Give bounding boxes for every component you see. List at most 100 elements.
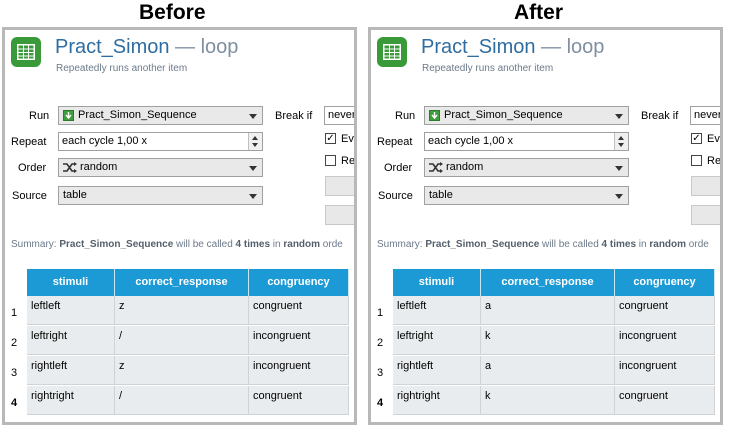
order-value: random <box>446 161 484 173</box>
cell-stimuli[interactable]: rightright <box>393 386 481 415</box>
green-arrow-icon <box>63 110 74 121</box>
cell-stimuli[interactable]: rightleft <box>393 356 481 385</box>
column-header-stimuli[interactable]: stimuli <box>393 269 481 296</box>
column-header-correct-response[interactable]: correct_response <box>481 269 615 296</box>
spin-down-icon[interactable] <box>618 143 624 147</box>
resume-checkbox[interactable] <box>691 155 702 166</box>
source-value: table <box>63 189 87 201</box>
after-panel: Pract_Simon — loop Repeatedly runs anoth… <box>368 27 723 425</box>
row-number: 3 <box>10 367 18 379</box>
summary-mid: will be called <box>539 239 602 250</box>
cell-correct-response[interactable]: / <box>115 386 249 415</box>
repeat-spinbox[interactable]: each cycle 1,00 x <box>424 132 629 151</box>
summary-text: Summary: Pract_Simon_Sequence will be ca… <box>377 239 709 250</box>
summary-count: 4 times <box>235 239 271 250</box>
run-select[interactable]: Pract_Simon_Sequence <box>58 106 263 125</box>
column-header-congruency[interactable]: congruency <box>249 269 349 296</box>
item-description: Repeatedly runs another item <box>422 63 554 74</box>
cell-correct-response[interactable]: / <box>115 326 249 355</box>
spin-up-icon[interactable] <box>618 136 624 140</box>
cell-stimuli[interactable]: leftright <box>27 326 115 355</box>
cell-correct-response[interactable]: k <box>481 326 615 355</box>
cell-congruency[interactable]: incongruent <box>249 326 349 355</box>
chevron-down-icon <box>615 114 623 119</box>
resume-label: Re <box>707 155 722 167</box>
side-button[interactable] <box>691 176 720 196</box>
cell-congruency[interactable]: incongruent <box>615 326 715 355</box>
repeat-label: Repeat <box>377 136 413 148</box>
cell-congruency[interactable]: congruent <box>249 386 349 415</box>
cell-stimuli[interactable]: leftleft <box>393 296 481 325</box>
column-header-correct-response[interactable]: correct_response <box>115 269 249 296</box>
repeat-spinbox[interactable]: each cycle 1,00 x <box>58 132 263 151</box>
order-select[interactable]: random <box>58 158 263 177</box>
summary-item: Pract_Simon_Sequence <box>59 239 174 250</box>
table-grid-icon <box>377 37 407 67</box>
summary-count: 4 times <box>601 239 637 250</box>
order-label: Order <box>384 162 413 174</box>
loop-table: stimuli correct_response congruency 1 le… <box>5 265 354 422</box>
evaluate-checkbox[interactable]: ✓ <box>691 133 702 144</box>
repeat-value: each cycle 1,00 x <box>428 135 513 147</box>
source-label: Source <box>378 190 413 202</box>
spin-down-icon[interactable] <box>252 143 258 147</box>
source-select[interactable]: table <box>58 186 263 205</box>
summary-order: random <box>283 239 321 250</box>
spinner-buttons[interactable] <box>614 133 628 150</box>
spinner-buttons[interactable] <box>248 133 262 150</box>
cell-stimuli[interactable]: rightright <box>27 386 115 415</box>
table-grid-icon <box>11 37 41 67</box>
cell-correct-response[interactable]: k <box>481 386 615 415</box>
run-select[interactable]: Pract_Simon_Sequence <box>424 106 629 125</box>
item-title: Pract_Simon — loop <box>55 36 238 59</box>
item-name: Pract_Simon <box>55 36 170 58</box>
summary-order: random <box>649 239 687 250</box>
cell-correct-response[interactable]: z <box>115 296 249 325</box>
resume-label: Re <box>341 155 356 167</box>
summary-text: Summary: Pract_Simon_Sequence will be ca… <box>11 239 343 250</box>
side-button[interactable] <box>691 205 720 225</box>
evaluate-checkbox[interactable]: ✓ <box>325 133 336 144</box>
chevron-down-icon <box>249 194 257 199</box>
side-button[interactable] <box>325 205 354 225</box>
source-select[interactable]: table <box>424 186 629 205</box>
cell-congruency[interactable]: incongruent <box>249 356 349 385</box>
summary-in: in <box>270 239 284 250</box>
row-number: 1 <box>10 307 18 319</box>
shuffle-icon <box>63 162 77 179</box>
cell-congruency[interactable]: incongruent <box>615 356 715 385</box>
spin-up-icon[interactable] <box>252 136 258 140</box>
cell-correct-response[interactable]: z <box>115 356 249 385</box>
cell-correct-response[interactable]: a <box>481 296 615 325</box>
run-label: Run <box>29 110 50 122</box>
column-header-stimuli[interactable]: stimuli <box>27 269 115 296</box>
order-label: Order <box>18 162 47 174</box>
before-panel: Pract_Simon — loop Repeatedly runs anoth… <box>2 27 357 425</box>
order-select[interactable]: random <box>424 158 629 177</box>
row-number: 2 <box>376 337 384 349</box>
evaluate-label: Eva <box>707 133 720 145</box>
cell-congruency[interactable]: congruent <box>615 296 715 325</box>
cell-correct-response[interactable]: a <box>481 356 615 385</box>
loop-table: stimuli correct_response congruency 1 le… <box>371 265 720 422</box>
cell-stimuli[interactable]: leftright <box>393 326 481 355</box>
cell-stimuli[interactable]: rightleft <box>27 356 115 385</box>
cell-congruency[interactable]: congruent <box>249 296 349 325</box>
summary-suffix: orde <box>686 239 709 250</box>
side-button[interactable] <box>325 176 354 196</box>
break-if-field[interactable]: never <box>690 106 720 125</box>
green-arrow-icon <box>429 110 440 121</box>
resume-checkbox[interactable] <box>325 155 336 166</box>
table-corner <box>5 269 27 296</box>
cell-stimuli[interactable]: leftleft <box>27 296 115 325</box>
source-label: Source <box>12 190 47 202</box>
break-if-field[interactable]: never <box>324 106 354 125</box>
summary-in: in <box>636 239 650 250</box>
row-number: 4 <box>10 397 18 409</box>
loop-editor: Pract_Simon — loop Repeatedly runs anoth… <box>371 30 720 422</box>
cell-congruency[interactable]: congruent <box>615 386 715 415</box>
repeat-value: each cycle 1,00 x <box>62 135 147 147</box>
break-if-label: Break if <box>641 110 679 122</box>
summary-suffix: orde <box>320 239 343 250</box>
column-header-congruency[interactable]: congruency <box>615 269 715 296</box>
